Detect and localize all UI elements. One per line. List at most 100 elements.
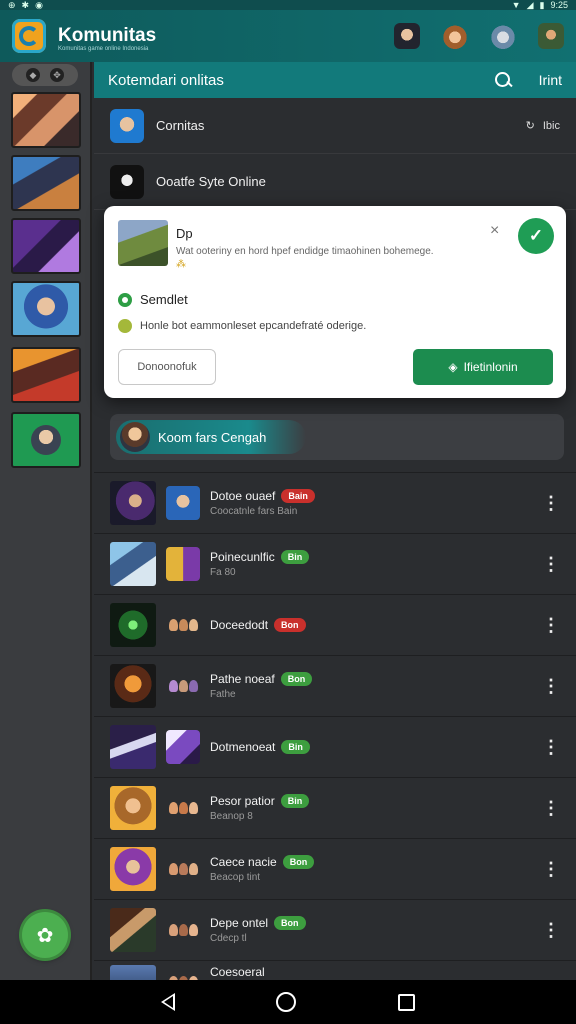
refresh-icon[interactable]: ↻ <box>526 119 535 132</box>
row-thumbnail <box>110 786 156 830</box>
wifi-icon: ▼ <box>511 0 521 10</box>
community-avatar <box>120 422 150 452</box>
radio-selected-icon <box>118 292 132 307</box>
row-thumbnail <box>110 965 156 980</box>
rail-toggle[interactable]: ◆ ✥ <box>12 64 78 86</box>
search-icon[interactable] <box>493 70 513 90</box>
rail-server-4[interactable] <box>11 281 81 337</box>
channel-label: Cornitas <box>156 118 205 133</box>
row-title: Dotmenoeat <box>210 740 276 754</box>
dialog-secondary-button[interactable]: Donoonofuk <box>118 349 216 385</box>
status-badge: Bon <box>280 672 313 686</box>
bluetooth-icon: ✱ <box>21 0 30 10</box>
row-title: Doceedodt <box>210 618 269 632</box>
join-dialog: Dp Wat ooteriny en hord hpef endidge tim… <box>104 206 566 398</box>
row-subtitle: Coocatnle fars Bain <box>210 506 298 517</box>
row-thumbnail <box>110 542 156 586</box>
option-2-label: Honle bot eammonleset epcandefraté oderi… <box>140 320 367 332</box>
option-1-label: Semdlet <box>140 292 188 307</box>
list-item[interactable]: Dotmenoeat Bin ⋮ <box>94 716 576 777</box>
more-options-icon[interactable]: ⋮ <box>542 493 560 514</box>
main-title: Kotemdari onlitas <box>108 71 224 89</box>
row-thumbnail <box>110 847 156 891</box>
row-avatar <box>166 486 200 520</box>
row-avatar <box>166 547 200 581</box>
more-options-icon[interactable]: ⋮ <box>542 554 560 575</box>
home-icon[interactable] <box>276 992 297 1012</box>
app-subtitle: Komunitas game online Indonesia <box>58 46 149 52</box>
flower-icon: ✿ <box>36 924 54 947</box>
list-item[interactable]: Pathe noeaf Bon Fathe ⋮ <box>94 655 576 716</box>
add-server-button[interactable]: ✿ <box>22 912 68 958</box>
recents-icon[interactable] <box>398 993 416 1011</box>
rail-server-3[interactable] <box>11 218 81 274</box>
row-thumbnail <box>110 481 156 525</box>
back-icon[interactable] <box>160 993 175 1011</box>
list-item[interactable]: Doceedodt Bon ⋮ <box>94 594 576 655</box>
battery-icon: ▮ <box>539 0 545 10</box>
sparkle-icon: ⁂ <box>176 259 186 270</box>
status-badge: Bon <box>274 618 306 632</box>
app-title: Komunitas <box>58 25 157 46</box>
pin-icon: ◈ <box>448 360 458 374</box>
more-options-icon[interactable]: ⋮ <box>542 859 560 880</box>
channel-right-text: Ibic <box>542 119 560 132</box>
server-avatar <box>31 425 61 455</box>
status-badge: Bon <box>282 855 315 869</box>
channel-row-online[interactable]: Ooatfe Syte Online <box>94 154 576 210</box>
header-avatar-4[interactable] <box>538 23 564 49</box>
signal-icon: ◢ <box>526 0 534 10</box>
row-thumbnail <box>110 603 156 647</box>
header-avatar-2[interactable] <box>442 23 468 49</box>
status-badge: Bain <box>281 489 315 503</box>
dialog-option-2[interactable]: Honle bot eammonleset epcandefraté oderi… <box>118 319 366 333</box>
list-item[interactable]: Caece nacie Bon Beacop tint ⋮ <box>94 838 576 899</box>
rail-server-2[interactable] <box>11 155 81 211</box>
status-badge: Bon <box>274 916 306 930</box>
row-avatars-group <box>166 913 200 947</box>
status-bar: ⊕ ✱ ◉ ▼ ◢ ▮ 9:25 <box>0 0 576 10</box>
row-subtitle: Beacop tint <box>210 872 261 883</box>
row-title: Poinecunlfic <box>210 550 275 564</box>
list-item[interactable]: Coesoeral <box>94 960 576 980</box>
dialog-option-1[interactable]: Semdlet <box>118 292 188 307</box>
channel-row-community[interactable]: Cornitas ↻ Ibic <box>94 98 576 154</box>
dialog-primary-button[interactable]: ◈ Ifietinlonin <box>413 349 553 385</box>
more-options-icon[interactable]: ⋮ <box>542 737 560 758</box>
dialog-title: Dp <box>176 226 193 241</box>
status-badge: Bin <box>280 794 310 808</box>
row-title: Depe ontel <box>210 916 269 930</box>
header-avatar-3[interactable] <box>490 23 516 49</box>
row-title: Dotoe ouaef <box>210 489 276 503</box>
dialog-description: Wat ooteriny en hord hpef endidge timaoh… <box>176 246 434 257</box>
list-item[interactable]: Depe ontel Bon Cdecp tl ⋮ <box>94 899 576 960</box>
gamepad-icon: ✥ <box>50 68 64 82</box>
list-item[interactable]: Dotoe ouaef Bain Coocatnle fars Bain ⋮ <box>94 472 576 533</box>
row-title: Caece nacie <box>210 855 277 869</box>
app-root: ⊕ ✱ ◉ ▼ ◢ ▮ 9:25 Komunitas Komunitas gam… <box>0 0 576 1024</box>
status-badge: Bin <box>280 550 310 564</box>
rail-server-1[interactable] <box>11 92 81 148</box>
confirm-check-button[interactable]: ✓ <box>518 218 554 254</box>
app-logo-icon[interactable] <box>12 19 46 53</box>
list-item[interactable]: Poinecunlfic Bin Fa 80 ⋮ <box>94 533 576 594</box>
list-item[interactable]: Pesor patior Bin Beanop 8 ⋮ <box>94 777 576 838</box>
row-avatar <box>166 730 200 764</box>
primary-button-label: Ifietinlonin <box>463 360 518 374</box>
more-options-icon[interactable]: ⋮ <box>542 798 560 819</box>
header-action[interactable]: Irint <box>539 72 562 88</box>
row-subtitle: Beanop 8 <box>210 811 253 822</box>
more-options-icon[interactable]: ⋮ <box>542 920 560 941</box>
main-header: Kotemdari onlitas Irint <box>94 62 576 98</box>
rail-server-5[interactable] <box>11 347 81 403</box>
rail-server-6-selected[interactable] <box>11 412 81 468</box>
close-icon[interactable]: × <box>490 222 499 240</box>
more-options-icon[interactable]: ⋮ <box>542 615 560 636</box>
community-pill-row[interactable]: Koom fars Cengah <box>110 414 564 460</box>
header-avatar-1[interactable] <box>394 23 420 49</box>
row-thumbnail <box>110 664 156 708</box>
row-avatars-group <box>166 791 200 825</box>
server-rail: ◆ ✥ ✿ <box>0 62 92 980</box>
more-options-icon[interactable]: ⋮ <box>542 676 560 697</box>
community-pill[interactable]: Koom fars Cengah <box>116 420 307 454</box>
